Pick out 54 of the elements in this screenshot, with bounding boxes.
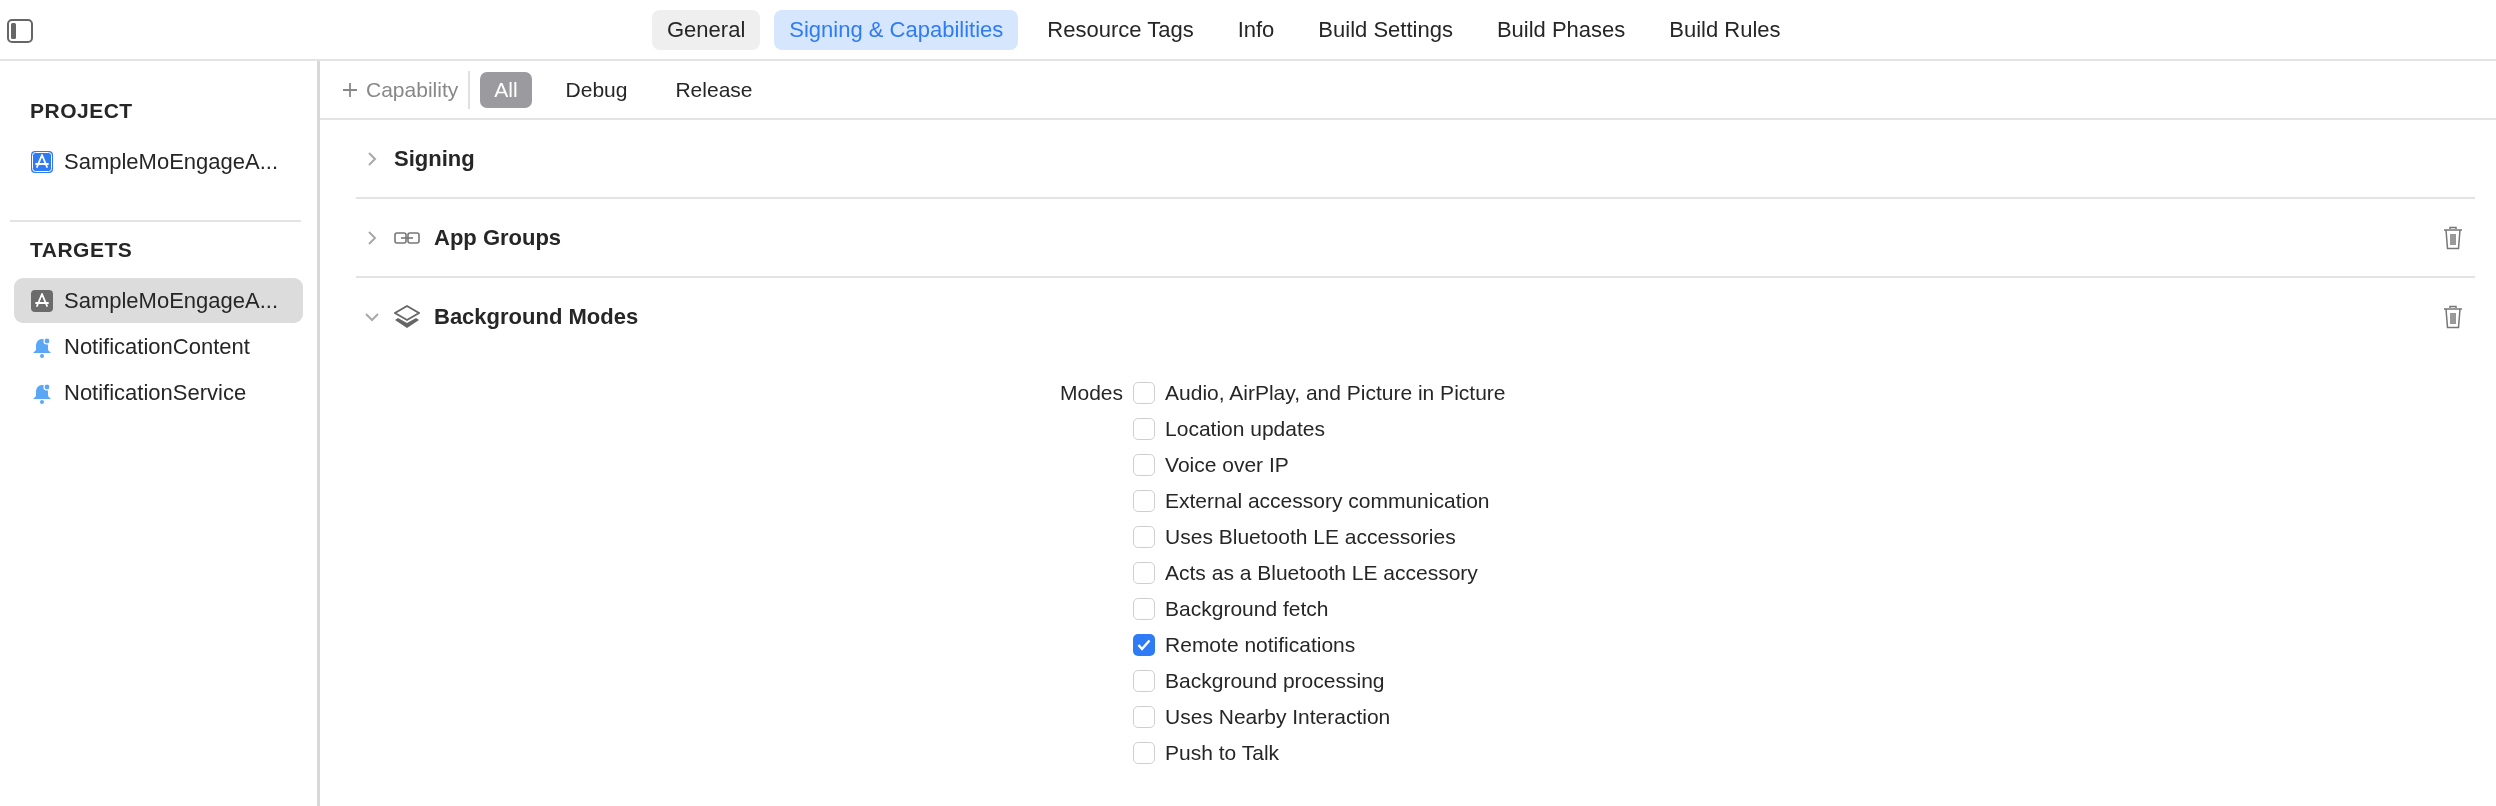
option-label: Voice over IP — [1165, 453, 1289, 477]
plus-icon — [342, 81, 358, 98]
option-label: Uses Bluetooth LE accessories — [1165, 525, 1456, 549]
sidebar-item-label: NotificationService — [64, 379, 247, 406]
trash-icon[interactable] — [2443, 225, 2463, 250]
tab[interactable]: Info — [1222, 9, 1290, 50]
checkbox[interactable] — [1133, 562, 1156, 584]
tab[interactable]: Build Phases — [1481, 9, 1641, 50]
sidebar-heading: PROJECT — [29, 99, 134, 124]
sidebar-item[interactable]: NotificationContent — [14, 324, 303, 369]
checkbox[interactable] — [1133, 382, 1156, 404]
sidebar-item[interactable]: SampleMoEngageA... — [14, 139, 303, 184]
layers-icon — [394, 304, 420, 329]
checkbox[interactable] — [1133, 526, 1156, 548]
sidebar-toggle-icon[interactable] — [7, 19, 33, 43]
sidebar-item-label: SampleMoEngageA... — [64, 148, 279, 175]
sidebar-heading: TARGETS — [29, 238, 134, 263]
checkbox[interactable] — [1133, 490, 1156, 512]
checkmark-icon — [1137, 639, 1152, 651]
sidebar-item-label: SampleMoEngageA... — [64, 287, 279, 314]
sidebar-item[interactable]: NotificationService — [14, 370, 303, 415]
filter-tab[interactable]: Debug — [551, 71, 642, 108]
option-label: Push to Talk — [1165, 741, 1280, 765]
option-label: Remote notifications — [1165, 633, 1356, 657]
option-label: Audio, AirPlay, and Picture in Picture — [1165, 381, 1506, 405]
filter-tab[interactable]: Release — [661, 71, 767, 108]
modes-label: Modes — [1060, 380, 1124, 406]
tab[interactable]: Resource Tags — [1032, 9, 1209, 50]
sidebar-item[interactable]: SampleMoEngageA... — [14, 278, 303, 323]
checkbox[interactable] — [1133, 454, 1156, 476]
section-title: Background Modes — [434, 303, 639, 330]
section-title: App Groups — [434, 224, 562, 251]
checkbox[interactable] — [1133, 634, 1156, 656]
checkbox[interactable] — [1133, 742, 1156, 764]
sidebar-item-label: NotificationContent — [64, 333, 250, 360]
section-title: Signing — [394, 145, 475, 172]
app-icon — [30, 149, 54, 174]
tab[interactable]: General — [652, 9, 761, 50]
tab[interactable]: Build Settings — [1303, 9, 1468, 50]
option-label: Acts as a Bluetooth LE accessory — [1165, 561, 1478, 585]
add-capability-button[interactable]: Capability — [342, 70, 471, 109]
tab[interactable]: Build Rules — [1654, 9, 1796, 50]
checkbox[interactable] — [1133, 670, 1156, 692]
option-label: Location updates — [1165, 417, 1325, 441]
option-label: External accessory communication — [1165, 489, 1490, 513]
checkbox[interactable] — [1133, 598, 1156, 620]
option-label: Background processing — [1165, 669, 1385, 693]
option-label: Background fetch — [1165, 597, 1329, 621]
app-icon — [30, 288, 54, 313]
checkbox[interactable] — [1133, 706, 1156, 728]
link-icon — [394, 230, 420, 245]
option-label: Uses Nearby Interaction — [1165, 705, 1391, 729]
trash-icon[interactable] — [2443, 304, 2463, 329]
checkbox[interactable] — [1133, 418, 1156, 440]
